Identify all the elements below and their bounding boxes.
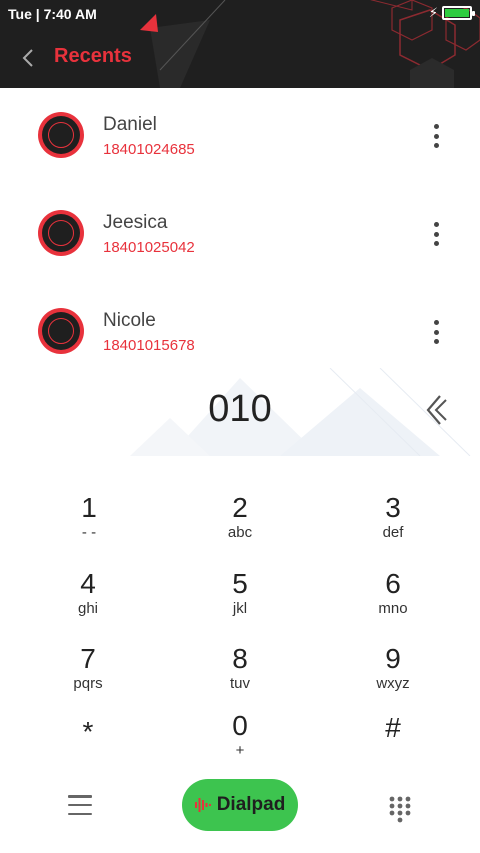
dialpad-label: Dialpad bbox=[216, 794, 286, 815]
key-letters: jkl bbox=[232, 600, 248, 617]
status-bar: Tue | 7:40 AM ⚡ bbox=[0, 0, 480, 28]
key-letters: mno bbox=[378, 600, 408, 617]
menu-icon[interactable] bbox=[68, 795, 92, 815]
avatar bbox=[38, 112, 84, 158]
key-letters: abc bbox=[227, 524, 253, 541]
avatar bbox=[38, 308, 84, 354]
key-letters: ghi bbox=[77, 600, 99, 617]
status-clock: 7:40 AM bbox=[43, 6, 97, 22]
key-letters: tuv bbox=[229, 675, 250, 692]
backspace-icon bbox=[426, 395, 447, 425]
page-title: Recents bbox=[54, 45, 132, 67]
status-icons: ⚡ bbox=[428, 5, 475, 21]
key-7[interactable]: 7 pqrs bbox=[28, 643, 148, 715]
key-4[interactable]: 4 ghi bbox=[28, 568, 148, 640]
key-digit: 3 bbox=[385, 492, 401, 523]
contact-number: 18401025042 bbox=[103, 239, 195, 256]
key-letters: - - bbox=[81, 524, 97, 541]
key-digit: 1 bbox=[81, 492, 97, 523]
contact-name: Daniel bbox=[103, 114, 157, 135]
contact-number: 18401015678 bbox=[103, 337, 195, 354]
battery-icon bbox=[442, 6, 475, 20]
key-9[interactable]: 9 wxyz bbox=[333, 643, 453, 715]
bottom-bar: Dialpad bbox=[0, 775, 480, 835]
key-letters: wxyz bbox=[376, 675, 410, 692]
header: Tue | 7:40 AM ⚡ Recents bbox=[0, 0, 480, 88]
dial-number-display[interactable]: 010 bbox=[0, 388, 480, 431]
key-5[interactable]: 5 jkl bbox=[180, 568, 300, 640]
delete-button[interactable] bbox=[420, 392, 450, 428]
key-6[interactable]: 6 mno bbox=[333, 568, 453, 640]
key-digit: 2 bbox=[232, 492, 248, 523]
dialpad-button[interactable]: Dialpad bbox=[182, 779, 298, 831]
contact-name: Nicole bbox=[103, 310, 156, 331]
sound-wave-icon bbox=[194, 798, 211, 812]
list-item[interactable]: Jeesica 18401025042 bbox=[0, 186, 480, 284]
status-day: Tue bbox=[8, 6, 32, 22]
key-digit: 9 bbox=[385, 643, 401, 674]
more-vertical-icon[interactable] bbox=[430, 222, 442, 246]
chevron-left-icon bbox=[22, 49, 33, 67]
grid-dots bbox=[389, 796, 411, 823]
key-1[interactable]: 1- - bbox=[29, 492, 149, 564]
list-item[interactable]: Daniel 18401024685 bbox=[0, 88, 480, 186]
avatar bbox=[38, 210, 84, 256]
dialpad-grid-icon[interactable] bbox=[388, 795, 412, 823]
key-letters: + bbox=[235, 742, 245, 759]
key-digit: 7 bbox=[80, 643, 96, 674]
key-digit: 0 bbox=[232, 710, 248, 741]
more-vertical-icon[interactable] bbox=[430, 124, 442, 148]
key-letters: def bbox=[382, 524, 404, 541]
key-digit: # bbox=[385, 712, 401, 743]
key-0[interactable]: 0 + bbox=[180, 710, 300, 782]
bolt-icon: ⚡ bbox=[428, 5, 438, 20]
key-digit: 5 bbox=[232, 568, 248, 599]
key-digit: 6 bbox=[385, 568, 401, 599]
key-8[interactable]: 8 tuv bbox=[180, 643, 300, 715]
recents-list: Daniel 18401024685 Jeesica 18401025042 N… bbox=[0, 88, 480, 382]
key-hash[interactable]: # bbox=[333, 712, 453, 784]
back-button[interactable] bbox=[14, 44, 42, 72]
key-digit: * bbox=[82, 716, 94, 747]
more-vertical-icon[interactable] bbox=[430, 320, 442, 344]
key-3[interactable]: 3 def bbox=[333, 492, 453, 564]
key-digit: 8 bbox=[232, 643, 248, 674]
contact-number: 18401024685 bbox=[103, 141, 195, 158]
status-separator: | bbox=[35, 6, 44, 22]
status-time: Tue | 7:40 AM bbox=[8, 6, 97, 22]
key-2[interactable]: 2 abc bbox=[180, 492, 300, 564]
contact-name: Jeesica bbox=[103, 212, 168, 233]
key-letters: pqrs bbox=[73, 675, 103, 692]
key-digit: 4 bbox=[80, 568, 96, 599]
